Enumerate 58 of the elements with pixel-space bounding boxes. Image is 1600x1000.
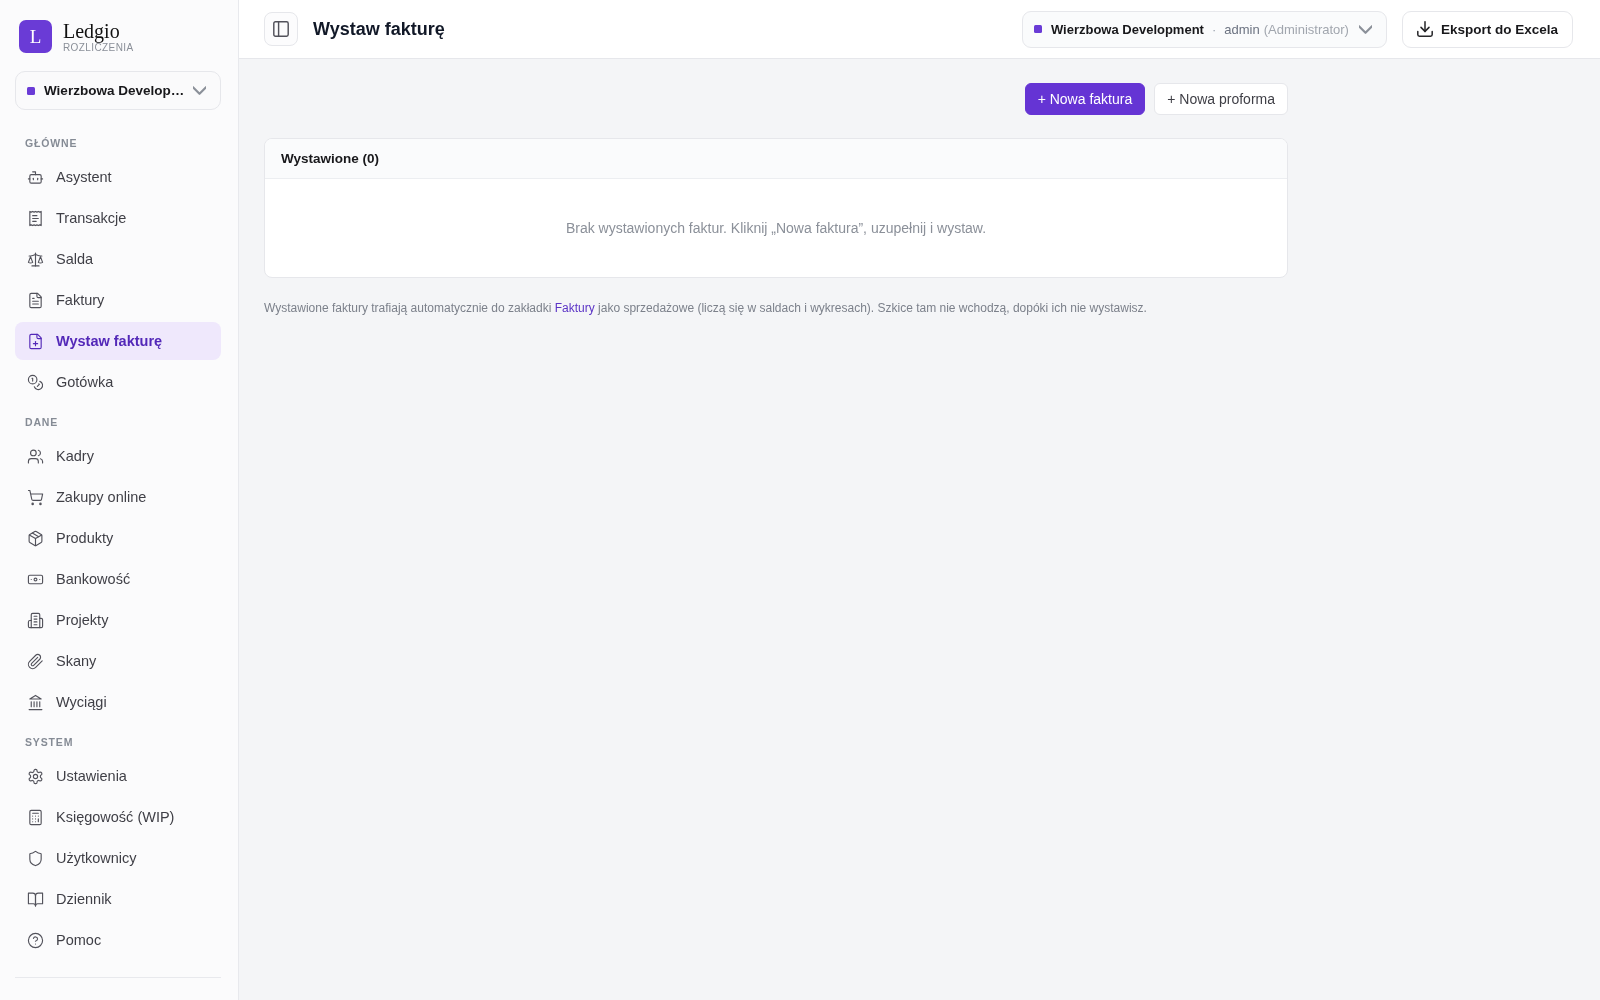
- account-selector[interactable]: Wierzbowa Development · admin (Administrator): [1021, 10, 1387, 48]
- section-heading: SYSTEM: [24, 735, 75, 749]
- document-plus-icon: [27, 332, 44, 350]
- shield-icon: [27, 849, 44, 867]
- sidebar-item[interactable]: Kadry: [15, 437, 221, 475]
- chevron-down-icon: [193, 84, 206, 97]
- sidebar-item[interactable]: Gotówka: [15, 363, 221, 401]
- sidebar-item[interactable]: Transakcje: [15, 199, 221, 237]
- panel-left-icon: [273, 21, 289, 37]
- logo-mark: L: [19, 20, 52, 53]
- sidebar-item[interactable]: Faktury: [15, 281, 221, 319]
- receipt-icon: [27, 209, 44, 227]
- sidebar-item[interactable]: Zakupy online: [15, 478, 221, 516]
- building-icon: [27, 611, 44, 629]
- export-button[interactable]: Eksport do Excela: [1401, 10, 1573, 48]
- paperclip-icon: [27, 652, 44, 670]
- bank-icon: [27, 693, 44, 711]
- square-icon: [27, 86, 35, 95]
- book-icon: [27, 890, 44, 908]
- sidebar-item[interactable]: Skany: [15, 642, 221, 680]
- users-icon: [27, 447, 44, 465]
- invoices-link[interactable]: Faktury: [554, 301, 595, 315]
- download-icon: [1416, 21, 1433, 37]
- sidebar-item[interactable]: Projekty: [15, 601, 221, 639]
- cart-icon: [27, 488, 44, 506]
- sidebar-item[interactable]: Użytkownicy: [15, 839, 221, 877]
- robot-icon: [27, 168, 44, 186]
- document-icon: [27, 291, 44, 309]
- square-icon: [1033, 25, 1042, 33]
- sidebar-item[interactable]: Wyciągi: [15, 683, 221, 721]
- help-icon: [27, 931, 44, 949]
- new-invoice-button[interactable]: + Nowa faktura: [1024, 83, 1146, 115]
- section-heading: DANE: [24, 415, 60, 429]
- scale-icon: [27, 250, 44, 268]
- empty-state-text: Brak wystawionych faktur. Kliknij „Nowa faktura”, uzupełnij i wystaw.: [565, 220, 987, 236]
- box-icon: [27, 529, 44, 547]
- company-selector[interactable]: Wierzbowa Develop…: [15, 71, 221, 110]
- panel-title: Wystawione (0): [281, 151, 380, 166]
- footnote-text: Wystawione faktury trafiają automatycznie do zakładki Faktury jako sprzedażowe (liczą się w saldach i wykresach). Szkice tam nie wchodzą, dopóki ich nie wystawisz.: [264, 300, 1148, 316]
- brand-name: Ledgio: [63, 20, 120, 42]
- settings-icon: [27, 767, 44, 785]
- sidebar-item[interactable]: Pomoc: [15, 921, 221, 959]
- sidebar-item[interactable]: Dziennik: [15, 880, 221, 918]
- page-title: Wystaw fakturę: [313, 18, 445, 40]
- chevron-down-icon: [1358, 22, 1372, 36]
- sidebar-item[interactable]: Produkty: [15, 519, 221, 557]
- calculator-icon: [27, 808, 44, 826]
- sidebar-item[interactable]: Księgowość (WIP): [15, 798, 221, 836]
- sidebar-item[interactable]: Asystent: [15, 158, 221, 196]
- section-heading: GŁÓWNE: [24, 136, 79, 150]
- coins-icon: [27, 373, 44, 391]
- sidebar-toggle-button[interactable]: [264, 12, 298, 46]
- brand-subtitle: ROZLICZENIA: [63, 41, 134, 53]
- sidebar-item[interactable]: Ustawienia: [15, 757, 221, 795]
- sidebar-item[interactable]: Wystaw fakturę: [15, 322, 221, 360]
- new-proforma-button[interactable]: + Nowa proforma: [1154, 83, 1288, 115]
- sidebar-item[interactable]: Salda: [15, 240, 221, 278]
- sidebar-item[interactable]: Bankowość: [15, 560, 221, 598]
